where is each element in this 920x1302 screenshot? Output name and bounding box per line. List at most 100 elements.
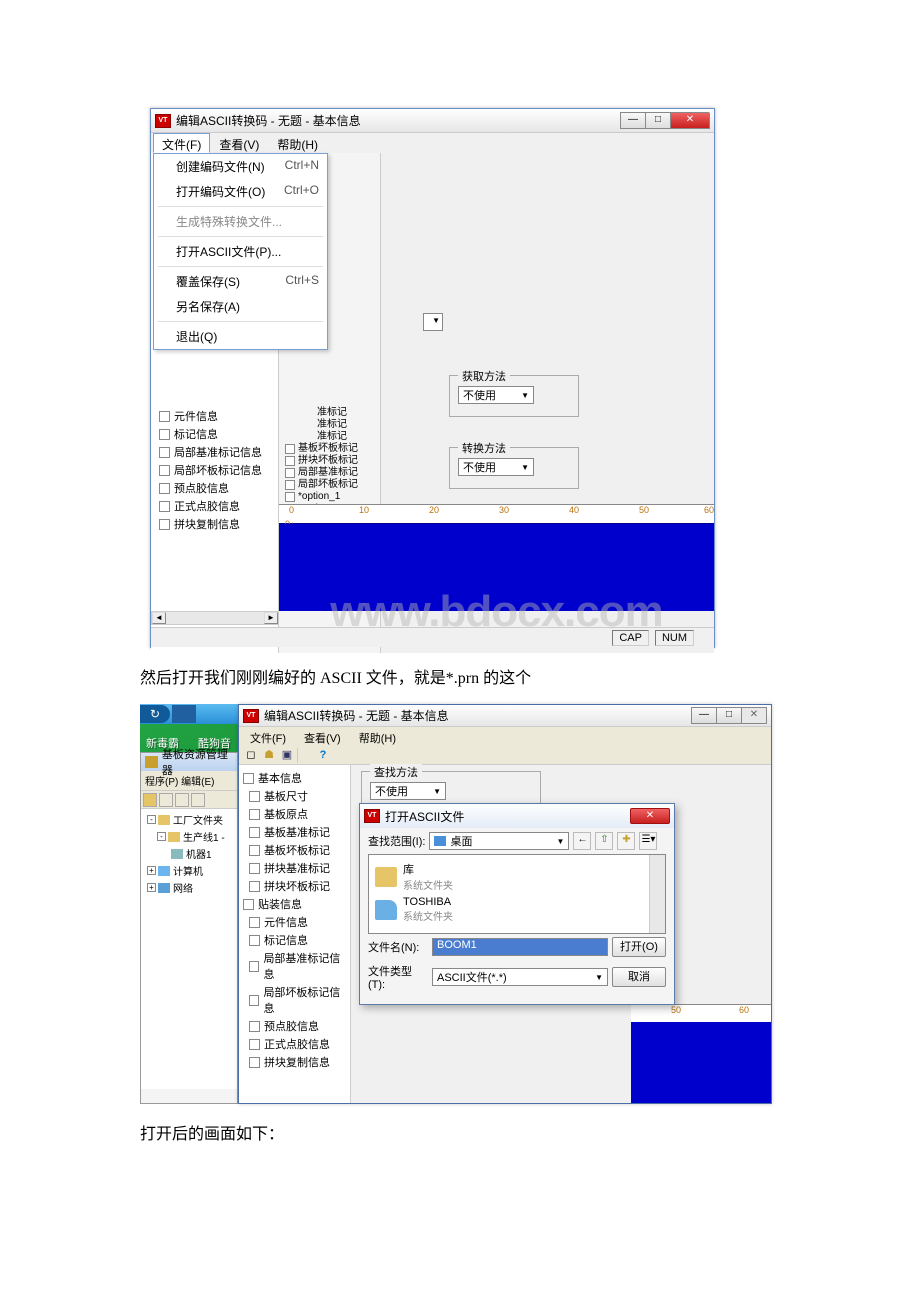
tree-item[interactable]: 拼块坏板标记 [241, 877, 348, 895]
select-acquire[interactable]: 不使用 [458, 386, 534, 404]
views-icon[interactable]: ☰▾ [639, 832, 657, 850]
filetype-select[interactable]: ASCII文件(*.*)▼ [432, 968, 608, 986]
tree-node[interactable]: -生产线1 - [143, 828, 235, 845]
tree-node[interactable]: 机器1 [143, 845, 235, 862]
filename-input[interactable]: BOOM1 [432, 938, 608, 956]
tree-item[interactable]: 局部基准标记 [279, 467, 380, 479]
tree-item[interactable]: 标记信息 [151, 425, 278, 443]
tree-item[interactable]: 局部基准标记信息 [151, 443, 278, 461]
open-button[interactable]: 打开(O) [612, 937, 666, 957]
dialog-title: 打开ASCII文件 [385, 808, 464, 825]
cancel-button[interactable]: 取消 [612, 967, 666, 987]
dialog-titlebar[interactable]: VT 打开ASCII文件 ✕ [360, 804, 674, 828]
menu-file[interactable]: 文件(F) [241, 727, 295, 745]
vscrollbar[interactable] [649, 855, 665, 933]
menu-file[interactable]: 文件(F) [153, 133, 210, 153]
menu-new[interactable]: 创建编码文件(N)Ctrl+N [154, 154, 327, 179]
tree-item[interactable]: 预点胶信息 [241, 1017, 348, 1035]
newfolder-icon[interactable]: ✚ [617, 832, 635, 850]
tree-node[interactable]: +计算机 [143, 862, 235, 879]
doc-text-2: 打开后的画面如下： [140, 1120, 920, 1144]
menu-open-ascii[interactable]: 打开ASCII文件(P)... [154, 239, 327, 264]
copy-icon[interactable] [175, 793, 189, 807]
open-icon[interactable]: ☗ [261, 747, 277, 763]
lookin-select[interactable]: 桌面 [429, 832, 569, 850]
tree-item[interactable]: 基板坏板标记 [279, 443, 380, 455]
tree-item[interactable]: 拼块复制信息 [241, 1053, 348, 1071]
tree-item[interactable]: 基板坏板标记 [241, 841, 348, 859]
tree-item[interactable]: 局部坏板标记信息 [241, 983, 348, 1017]
tree-item[interactable]: 标记信息 [241, 931, 348, 949]
checkbox-icon[interactable] [159, 447, 170, 458]
select-transform[interactable]: 不使用 [458, 458, 534, 476]
checkbox-icon[interactable] [159, 465, 170, 476]
cut-icon[interactable] [159, 793, 173, 807]
minimize-button[interactable]: — [691, 707, 717, 724]
tree-item[interactable]: 基板尺寸 [241, 787, 348, 805]
menu-help[interactable]: 帮助(H) [350, 727, 405, 745]
tree-item[interactable]: 预点胶信息 [151, 479, 278, 497]
minimize-button[interactable]: — [620, 112, 646, 129]
tree-item[interactable]: *option_1 [279, 491, 380, 503]
checkbox-icon[interactable] [159, 429, 170, 440]
tree-item[interactable]: 局部坏板标记信息 [151, 461, 278, 479]
menu-save-as[interactable]: 另名保存(A) [154, 294, 327, 319]
tree-node[interactable]: -工厂文件夹 [143, 811, 235, 828]
library-icon [375, 867, 397, 887]
filetype-row: 文件类型(T): ASCII文件(*.*)▼ 取消 [360, 960, 674, 994]
file-item[interactable]: TOSHIBA系统文件夹 [373, 894, 661, 925]
tree-item[interactable]: 局部基准标记信息 [241, 949, 348, 983]
open-icon[interactable] [143, 793, 157, 807]
tree-item[interactable]: 拼块坏板标记 [279, 455, 380, 467]
menu-exit[interactable]: 退出(Q) [154, 324, 327, 349]
folder-icon [145, 756, 158, 768]
tree-item[interactable]: 贴装信息 [241, 895, 348, 913]
filetype-label: 文件类型(T): [368, 963, 428, 991]
menu-save[interactable]: 覆盖保存(S)Ctrl+S [154, 269, 327, 294]
titlebar-1[interactable]: VT 编辑ASCII转换码 - 无题 - 基本信息 — □ ✕ [151, 109, 714, 133]
start-icon[interactable]: ↻ [140, 705, 170, 723]
menubar-2: 文件(F) 查看(V) 帮助(H) [239, 727, 771, 745]
maximize-button[interactable]: □ [716, 707, 742, 724]
menu-view[interactable]: 查看(V) [210, 133, 268, 153]
checkbox-icon[interactable] [159, 411, 170, 422]
file-list[interactable]: 库系统文件夹 TOSHIBA系统文件夹 [368, 854, 666, 934]
checkbox-icon[interactable] [243, 773, 254, 784]
paste-icon[interactable] [191, 793, 205, 807]
menu-view[interactable]: 查看(V) [295, 727, 350, 745]
help-icon[interactable]: ? [315, 747, 331, 763]
back-icon[interactable]: ← [573, 832, 591, 850]
tree-item[interactable]: 正式点胶信息 [151, 497, 278, 515]
hscrollbar[interactable]: ◄► [151, 611, 279, 625]
close-button[interactable]: ✕ [741, 707, 767, 724]
file-item[interactable]: 库系统文件夹 [373, 859, 661, 894]
tree-item[interactable]: 局部坏板标记 [279, 479, 380, 491]
taskbar-app-icon[interactable] [172, 705, 196, 723]
menu-help[interactable]: 帮助(H) [268, 133, 327, 153]
tree-item[interactable]: 元件信息 [151, 407, 278, 425]
new-icon[interactable]: ◻ [243, 747, 259, 763]
editor-area-2[interactable] [631, 1022, 771, 1103]
tree-item[interactable]: 基板原点 [241, 805, 348, 823]
tree-item[interactable]: 拼块复制信息 [151, 515, 278, 533]
dialog-close-button[interactable]: ✕ [630, 808, 670, 824]
small-dropdown[interactable] [423, 313, 443, 331]
checkbox-icon[interactable] [159, 501, 170, 512]
select-search[interactable]: 不使用 [370, 782, 446, 800]
statusbar: CAP NUM [151, 627, 714, 647]
tree-node[interactable]: +网络 [143, 879, 235, 896]
save-icon[interactable]: ▣ [279, 747, 295, 763]
tree-item[interactable]: 基板基准标记 [241, 823, 348, 841]
tree-item[interactable]: 正式点胶信息 [241, 1035, 348, 1053]
tree-item[interactable]: 拼块基准标记 [241, 859, 348, 877]
tree-item[interactable]: 基本信息 [241, 769, 348, 787]
up-icon[interactable]: ⇧ [595, 832, 613, 850]
titlebar-2[interactable]: VT 编辑ASCII转换码 - 无题 - 基本信息 — □ ✕ [239, 705, 771, 727]
close-button[interactable]: ✕ [670, 112, 710, 129]
menu-open-code[interactable]: 打开编码文件(O)Ctrl+O [154, 179, 327, 204]
window-title: 编辑ASCII转换码 - 无题 - 基本信息 [264, 707, 692, 724]
checkbox-icon[interactable] [159, 483, 170, 494]
tree-item[interactable]: 元件信息 [241, 913, 348, 931]
checkbox-icon[interactable] [159, 519, 170, 530]
maximize-button[interactable]: □ [645, 112, 671, 129]
